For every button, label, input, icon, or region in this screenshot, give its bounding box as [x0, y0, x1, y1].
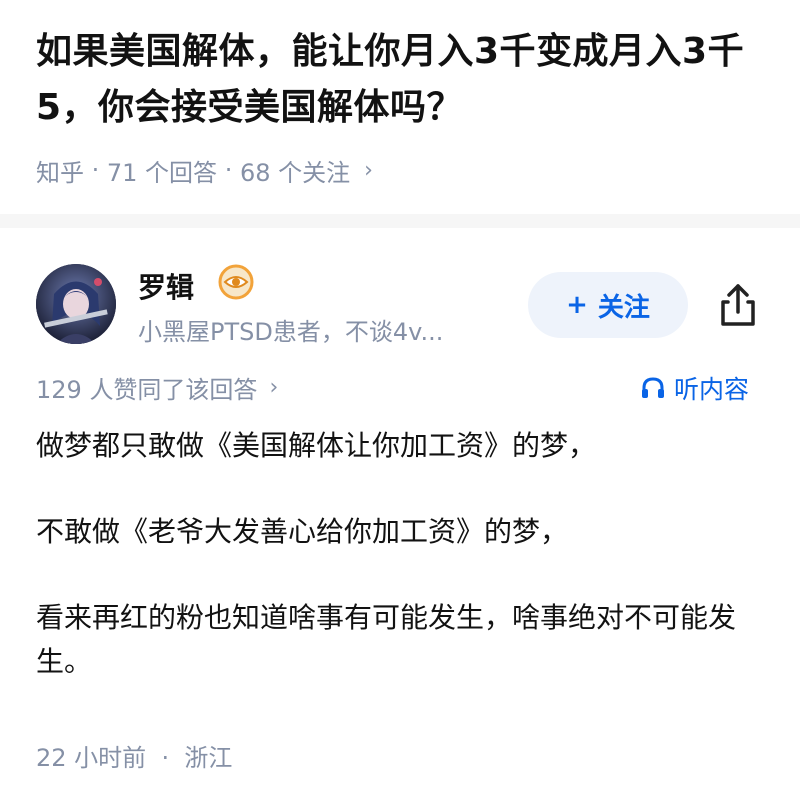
eye-badge-icon: [218, 264, 254, 300]
answer-timestamp: 22 小时前 · 浙江: [36, 738, 232, 773]
likes-text: 129 人赞同了该回答: [36, 376, 258, 404]
source-label: 知乎: [36, 158, 84, 187]
meta-dot: ·: [217, 156, 240, 184]
author-bio: 小黑屋PTSD患者，不谈4v...: [138, 318, 444, 346]
follow-label: 关注: [597, 292, 650, 323]
question-meta[interactable]: 知乎 · 71 个回答 · 68 个关注 ›: [36, 150, 373, 190]
author-name[interactable]: 罗辑: [138, 266, 194, 306]
meta-dot: ·: [84, 156, 107, 184]
chevron-right-icon: ›: [364, 157, 373, 183]
answer-paragraph: 做梦都只敢做《美国解体让你加工资》的梦，: [36, 429, 597, 462]
answer-location: 浙江: [184, 744, 233, 772]
answer-page: 如果美国解体，能让你月入3千变成月入3千5，你会接受美国解体吗？ 知乎 · 71…: [0, 0, 800, 800]
chevron-right-icon: ›: [269, 375, 279, 400]
answer-time: 22 小时前: [36, 744, 147, 772]
follow-button[interactable]: + 关注: [528, 272, 688, 338]
likes-summary[interactable]: 129 人赞同了该回答 ›: [36, 370, 278, 405]
followers-count: 68 个关注: [239, 158, 351, 187]
listen-button[interactable]: 听内容: [640, 370, 749, 406]
avatar-image: [36, 264, 116, 344]
share-icon[interactable]: [712, 280, 764, 332]
answer-body: 做梦都只敢做《美国解体让你加工资》的梦， 不敢做《老爷大发善心给你加工资》的梦，…: [36, 424, 776, 726]
meta-dot: ·: [153, 744, 177, 772]
question-title[interactable]: 如果美国解体，能让你月入3千变成月入3千5，你会接受美国解体吗？: [36, 24, 776, 136]
answers-count: 71 个回答: [106, 158, 218, 187]
answer-paragraph: 不敢做《老爷大发善心给你加工资》的梦，: [36, 515, 569, 548]
plus-icon: +: [566, 290, 588, 320]
section-divider: [0, 214, 800, 228]
avatar[interactable]: [36, 264, 116, 344]
headphones-icon: [642, 377, 664, 398]
answer-paragraph: 看来再红的粉也知道啥事有可能发生，啥事绝对不可能发生。: [36, 601, 737, 678]
listen-label: 听内容: [674, 375, 750, 404]
